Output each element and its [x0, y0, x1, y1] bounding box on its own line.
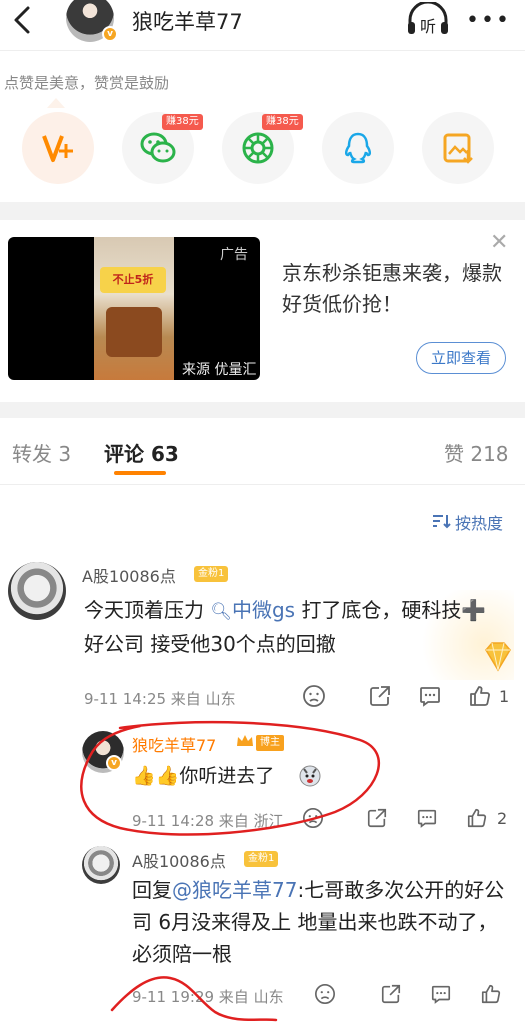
red-annotation — [80, 720, 380, 1022]
